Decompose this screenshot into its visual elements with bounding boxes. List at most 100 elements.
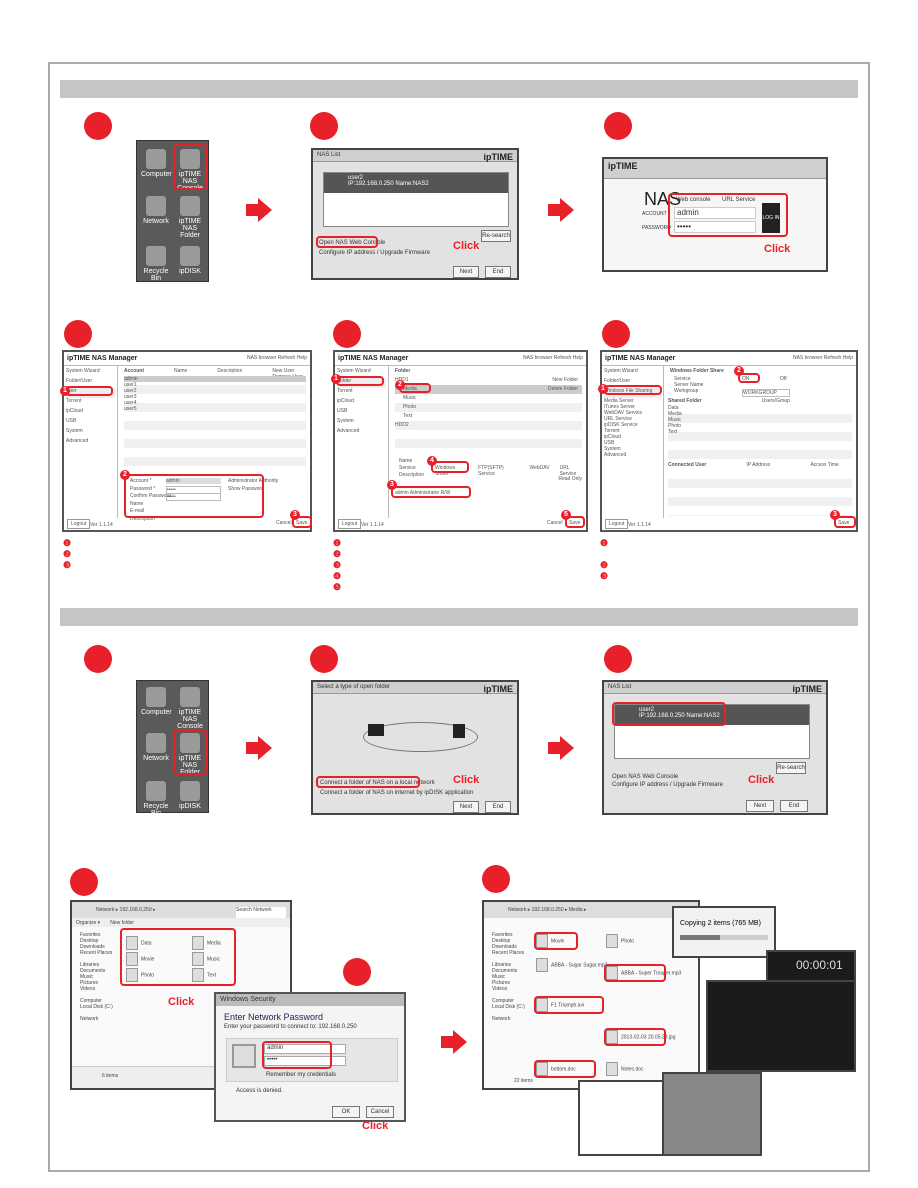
ok-button[interactable]: OK bbox=[332, 1106, 360, 1118]
end-button[interactable]: End bbox=[485, 266, 511, 278]
logout-button[interactable]: Logout bbox=[338, 519, 362, 529]
highlight-box bbox=[604, 385, 662, 395]
step-list: ❶❷❸ bbox=[63, 538, 72, 570]
highlight-box bbox=[262, 1041, 332, 1069]
open-web-console-radio[interactable]: Open NAS Web Console bbox=[612, 774, 678, 780]
sidebar-item[interactable]: Advanced bbox=[337, 428, 386, 438]
sidebar-item[interactable]: USB bbox=[66, 418, 115, 428]
logout-button[interactable]: Logout bbox=[605, 519, 629, 529]
end-button[interactable]: End bbox=[485, 801, 511, 813]
file-item[interactable]: Notes.doc bbox=[606, 1062, 644, 1076]
video-player bbox=[706, 980, 856, 1072]
sidebar-item[interactable]: System bbox=[66, 428, 115, 438]
sidebar-item[interactable]: ipCloud bbox=[66, 408, 115, 418]
sidebar-item[interactable]: ipCloud bbox=[337, 398, 386, 408]
sidebar-item[interactable]: System bbox=[337, 418, 386, 428]
label: ipTIME NAS Manager bbox=[605, 355, 676, 362]
arrow-right-icon bbox=[246, 198, 272, 222]
sidebar-item[interactable]: Advanced bbox=[66, 438, 115, 448]
label: ABBA - Sugar Sugar.mp3 bbox=[551, 962, 608, 969]
remember-checkbox[interactable]: Remember my credentials bbox=[266, 1072, 336, 1078]
step-number-badge: 1 bbox=[60, 386, 70, 396]
highlight-box bbox=[316, 236, 378, 248]
click-label: Click bbox=[453, 240, 480, 252]
sidebar-item[interactable]: System Wizard bbox=[66, 368, 115, 378]
webdav-checkbox[interactable]: WebDAV bbox=[529, 465, 549, 477]
workgroup-input[interactable]: WORKGROUP bbox=[742, 389, 790, 397]
click-label: Click bbox=[748, 774, 775, 786]
label: Photo bbox=[621, 938, 635, 945]
nav-item[interactable]: Videos bbox=[80, 986, 113, 992]
sidebar-item[interactable]: Advanced bbox=[604, 452, 661, 458]
sidebar-item[interactable]: USB bbox=[337, 408, 386, 418]
media-folder-window: Network ▸ 192.168.0.250 ▸ Media ▸ Favori… bbox=[482, 900, 700, 1090]
logout-button[interactable]: Logout bbox=[67, 519, 91, 529]
recycle-bin-icon[interactable]: Recycle Bin bbox=[141, 781, 171, 817]
nas-folder-icon[interactable]: ipTIME NAS Folder bbox=[175, 196, 205, 239]
folder-tree-item[interactable]: HDD2 bbox=[395, 421, 582, 430]
label: Windows Folder Share bbox=[670, 368, 724, 374]
delete-folder-button[interactable]: Delete Folder bbox=[548, 386, 578, 392]
internet-radio[interactable]: Connect a folder of NAS on internet by i… bbox=[320, 790, 473, 796]
label: NAS browser Refresh Help bbox=[246, 355, 307, 361]
step-list: ❶❷❸❹❺ bbox=[333, 538, 342, 592]
cancel-button[interactable]: Cancel bbox=[276, 520, 292, 526]
windows-security-dialog: Windows Security Enter Network Password … bbox=[214, 992, 406, 1122]
end-button[interactable]: End bbox=[780, 800, 808, 812]
folder-tree-item[interactable]: Text bbox=[395, 412, 582, 421]
computer-icon[interactable]: Computer bbox=[141, 687, 172, 716]
cancel-button[interactable]: Cancel bbox=[547, 520, 563, 526]
research-button[interactable]: Re-search bbox=[481, 230, 511, 242]
network-icon[interactable]: Network bbox=[141, 733, 171, 762]
nas-list-item[interactable]: user2 IP:192.168.0.250 Name:NAS2 bbox=[324, 173, 508, 193]
address-bar[interactable]: Network ▸ 192.168.0.250 ▸ bbox=[96, 907, 156, 918]
address-bar[interactable]: Network ▸ 192.168.0.250 ▸ Media ▸ bbox=[484, 902, 698, 918]
folder-tree-item[interactable]: Music bbox=[395, 394, 582, 403]
label: ipTIME bbox=[483, 684, 514, 694]
recycle-bin-icon[interactable]: Recycle Bin bbox=[141, 246, 171, 282]
nas-console-icon[interactable]: ipTIME NAS Console bbox=[175, 687, 205, 730]
arrow-right-icon bbox=[246, 736, 272, 760]
highlight-box bbox=[120, 928, 236, 986]
nav-item[interactable]: Recent Places bbox=[80, 950, 113, 956]
label: PASSWORD bbox=[642, 225, 671, 231]
step-number-badge: 3 bbox=[830, 510, 840, 520]
file-item[interactable]: Photo bbox=[606, 934, 634, 948]
sidebar-item[interactable]: Torrent bbox=[337, 388, 386, 398]
research-button[interactable]: Re-search bbox=[776, 762, 806, 774]
step-marker bbox=[64, 320, 92, 348]
service-off-radio[interactable]: Off bbox=[780, 376, 787, 382]
nav-item[interactable]: Network bbox=[80, 1016, 113, 1022]
search-input[interactable]: Search Network bbox=[236, 907, 286, 918]
configure-ip-radio[interactable]: Configure IP address / Upgrade Firmware bbox=[612, 782, 723, 788]
cancel-button[interactable]: Cancel bbox=[366, 1106, 394, 1118]
label: Recent Places bbox=[492, 950, 525, 956]
label: NAS List bbox=[317, 152, 341, 158]
next-button[interactable]: Next bbox=[746, 800, 774, 812]
folder-manager-screen: ipTIME NAS Manager NAS browser Refresh He… bbox=[331, 350, 588, 532]
new-folder-button[interactable]: New folder bbox=[110, 920, 134, 926]
configure-ip-radio[interactable]: Configure IP address / Upgrade Firmware bbox=[319, 250, 430, 256]
ipdisk-icon[interactable]: ipDISK bbox=[175, 246, 205, 275]
nav-item[interactable]: Local Disk (C:) bbox=[80, 1004, 113, 1010]
step-number-badge: 2 bbox=[395, 380, 405, 390]
folder-tree-item[interactable]: Photo bbox=[395, 403, 582, 412]
ipdisk-icon[interactable]: ipDISK bbox=[175, 781, 205, 810]
organize-menu[interactable]: Organize ▾ bbox=[76, 920, 100, 926]
step-number-badge: 1 bbox=[331, 374, 341, 384]
highlight-box bbox=[173, 729, 207, 775]
label: NAS browser Refresh Help bbox=[522, 355, 583, 361]
new-folder-button[interactable]: New Folder bbox=[552, 377, 578, 383]
sidebar-item[interactable]: System Wizard bbox=[604, 368, 661, 378]
computer-icon[interactable]: Computer bbox=[141, 149, 172, 178]
next-button[interactable]: Next bbox=[453, 266, 479, 278]
account-row[interactable]: user5 bbox=[124, 406, 306, 412]
network-icon[interactable]: Network bbox=[141, 196, 171, 225]
ftp-checkbox[interactable]: FTP(SFTP) Service bbox=[478, 465, 519, 477]
highlight-box bbox=[124, 474, 264, 518]
sidebar-item[interactable]: Torrent bbox=[66, 398, 115, 408]
label: NAS browser Refresh Help bbox=[792, 355, 853, 361]
next-button[interactable]: Next bbox=[453, 801, 479, 813]
nas-list[interactable]: user2 IP:192.168.0.250 Name:NAS2 bbox=[323, 172, 509, 227]
file-item[interactable]: ABBA - Sugar Sugar.mp3 bbox=[536, 958, 607, 972]
